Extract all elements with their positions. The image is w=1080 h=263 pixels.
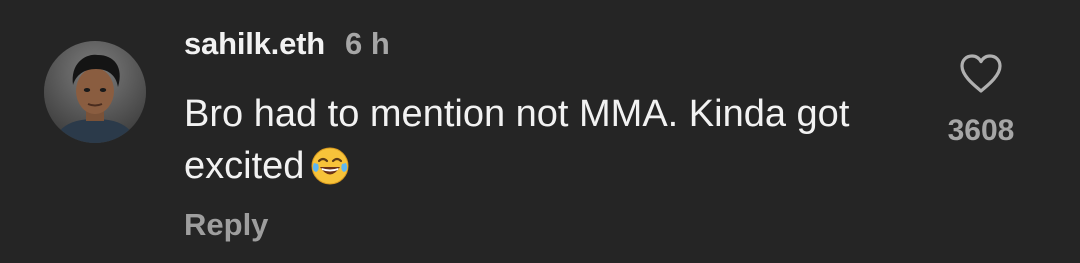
face-with-tears-of-joy-icon (310, 146, 350, 200)
username[interactable]: sahilk.eth (184, 26, 325, 62)
comment-header: sahilk.eth 6 h (184, 26, 390, 66)
avatar[interactable] (44, 41, 146, 143)
reply-button[interactable]: Reply (184, 207, 268, 243)
like-button[interactable]: 3608 (930, 52, 1032, 148)
comment-text: Bro had to mention not MMA. Kinda got ex… (184, 93, 850, 187)
heart-outline-icon[interactable] (958, 52, 1004, 94)
comment-body: Bro had to mention not MMA. Kinda got ex… (184, 88, 904, 200)
comment-item: sahilk.eth 6 h Bro had to mention not MM… (0, 0, 1080, 263)
timestamp: 6 h (345, 26, 390, 61)
like-count: 3608 (947, 114, 1015, 147)
